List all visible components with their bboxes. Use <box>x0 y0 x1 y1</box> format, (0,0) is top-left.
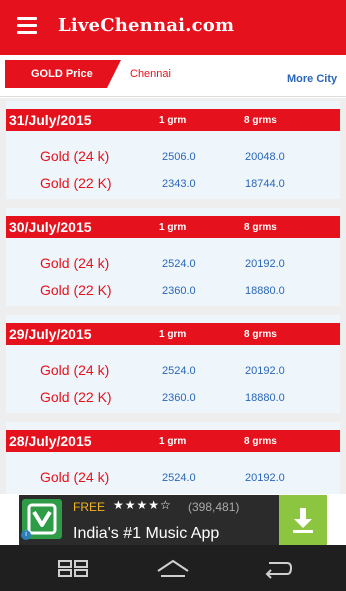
price-1-grm: 2524.0 <box>162 365 196 377</box>
price-8-grms: 18880.0 <box>245 285 285 297</box>
gold-type-label: Gold (24 k) <box>40 255 110 271</box>
price-row: Gold (22 K) 2360.0 18880.0 <box>6 389 340 409</box>
ad-info-icon[interactable]: i <box>21 530 31 540</box>
price-row: Gold (24 k) 2524.0 20192.0 <box>6 255 340 275</box>
tab-gold-price-label: GOLD Price <box>31 68 93 80</box>
col-1-grm-header: 1 grm <box>159 222 187 233</box>
gold-type-label: Gold (24 k) <box>40 362 110 378</box>
price-1-grm: 2360.0 <box>162 392 196 404</box>
price-row: Gold (24 k) 2506.0 20048.0 <box>6 148 340 168</box>
price-card: 28/July/2015 1 grm 8 grms Gold (24 k) 25… <box>6 422 340 494</box>
recent-apps-icon <box>58 560 88 577</box>
tab-bar: GOLD Price Chennai More City <box>0 55 346 97</box>
price-8-grms: 18744.0 <box>245 178 285 190</box>
ad-banner[interactable]: i FREE ★★★★☆ (398,481) India's #1 Music … <box>19 495 327 545</box>
price-1-grm: 2343.0 <box>162 178 196 190</box>
card-header: 31/July/2015 1 grm 8 grms <box>6 109 340 131</box>
price-8-grms: 20192.0 <box>245 258 285 270</box>
col-8-grms-header: 8 grms <box>244 436 277 447</box>
price-8-grms: 20192.0 <box>245 472 285 484</box>
site-title: LiveChennai.com <box>58 15 235 36</box>
back-button[interactable] <box>261 557 295 579</box>
col-1-grm-header: 1 grm <box>159 115 187 126</box>
price-card: 31/July/2015 1 grm 8 grms Gold (24 k) 25… <box>6 101 340 199</box>
gold-type-label: Gold (22 K) <box>40 175 112 191</box>
date-label: 31/July/2015 <box>9 112 92 128</box>
back-icon <box>265 562 293 579</box>
price-1-grm: 2506.0 <box>162 151 196 163</box>
price-8-grms: 18880.0 <box>245 392 285 404</box>
price-row: Gold (24 k) 2524.0 20192.0 <box>6 469 340 489</box>
tab-gold-price[interactable]: GOLD Price <box>5 60 121 88</box>
col-8-grms-header: 8 grms <box>244 222 277 233</box>
col-8-grms-header: 8 grms <box>244 329 277 340</box>
card-header: 29/July/2015 1 grm 8 grms <box>6 323 340 345</box>
price-1-grm: 2524.0 <box>162 258 196 270</box>
price-row: Gold (22 K) 2360.0 18880.0 <box>6 282 340 302</box>
date-label: 30/July/2015 <box>9 219 92 235</box>
price-1-grm: 2524.0 <box>162 472 196 484</box>
gold-type-label: Gold (24 k) <box>40 469 110 485</box>
gold-type-label: Gold (24 k) <box>40 148 110 164</box>
download-icon <box>293 508 313 533</box>
gold-type-label: Gold (22 K) <box>40 389 112 405</box>
col-8-grms-header: 8 grms <box>244 115 277 126</box>
price-row: Gold (22 K) 2343.0 18744.0 <box>6 175 340 195</box>
price-card: 29/July/2015 1 grm 8 grms Gold (24 k) 25… <box>6 315 340 413</box>
recent-apps-button[interactable] <box>57 557 91 579</box>
price-8-grms: 20192.0 <box>245 365 285 377</box>
col-1-grm-header: 1 grm <box>159 436 187 447</box>
ad-title: India's #1 Music App <box>73 525 220 542</box>
card-header: 28/July/2015 1 grm 8 grms <box>6 430 340 452</box>
tab-chennai[interactable]: Chennai <box>130 68 171 80</box>
ad-rating-stars: ★★★★☆ <box>113 498 172 512</box>
gold-type-label: Gold (22 K) <box>40 282 112 298</box>
hamburger-menu-icon[interactable] <box>17 17 37 35</box>
price-8-grms: 20048.0 <box>245 151 285 163</box>
download-button[interactable] <box>279 495 327 545</box>
price-1-grm: 2360.0 <box>162 285 196 297</box>
home-icon <box>157 559 189 577</box>
price-list: 31/July/2015 1 grm 8 grms Gold (24 k) 25… <box>0 98 346 494</box>
system-nav-bar <box>0 545 346 591</box>
price-card: 30/July/2015 1 grm 8 grms Gold (24 k) 25… <box>6 208 340 306</box>
ad-free-label: FREE <box>73 500 106 514</box>
col-1-grm-header: 1 grm <box>159 329 187 340</box>
ad-rating-count: (398,481) <box>188 500 240 514</box>
price-row: Gold (24 k) 2524.0 20192.0 <box>6 362 340 382</box>
card-header: 30/July/2015 1 grm 8 grms <box>6 216 340 238</box>
more-city-link[interactable]: More City <box>287 73 337 85</box>
date-label: 28/July/2015 <box>9 433 92 449</box>
home-button[interactable] <box>156 557 190 579</box>
date-label: 29/July/2015 <box>9 326 92 342</box>
app-header: LiveChennai.com <box>0 0 346 55</box>
